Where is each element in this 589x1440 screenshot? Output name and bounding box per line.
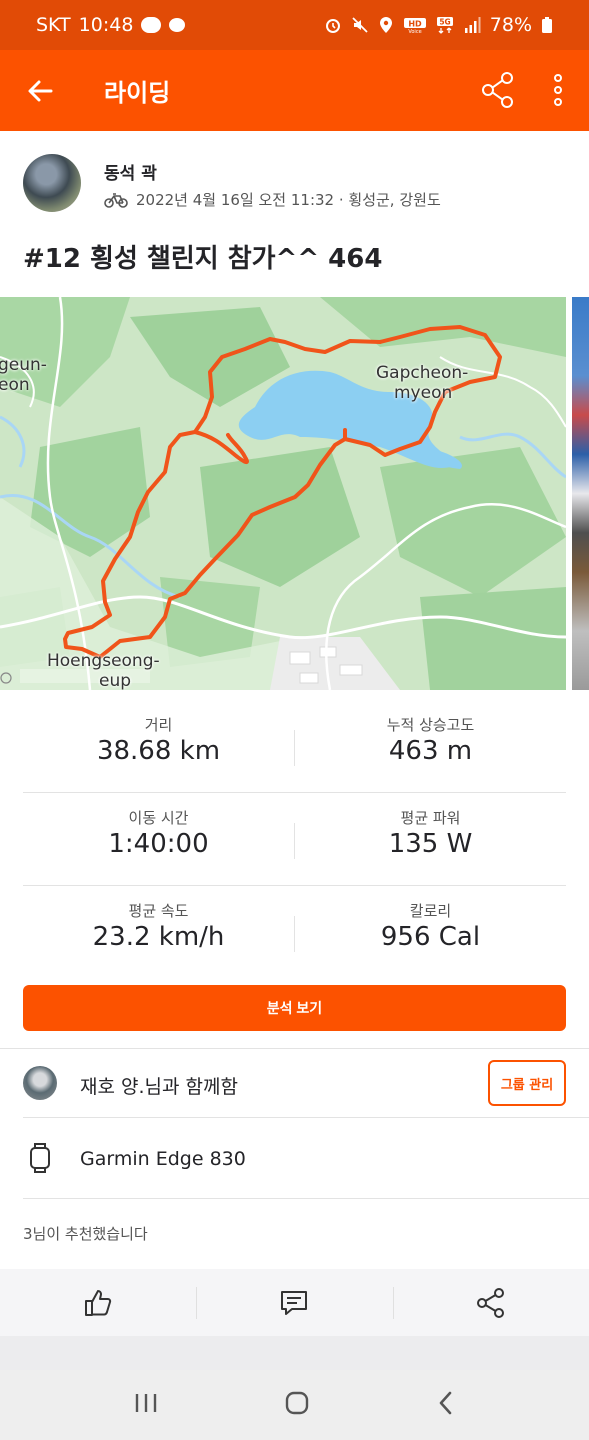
stat-label: 칼로리: [409, 902, 452, 920]
recent-apps-button[interactable]: [133, 1392, 159, 1418]
5g-icon: 5G: [436, 17, 453, 34]
arrow-left-icon: [28, 80, 53, 101]
stat-value: 38.68 km: [96, 736, 221, 766]
clock: 10:48: [78, 14, 134, 36]
map-label-left: geun- eon: [0, 355, 47, 395]
svg-text:5G: 5G: [439, 18, 450, 27]
map-label-hoengseong: Hoengseong- eup: [47, 651, 160, 690]
map-canvas: [0, 297, 566, 690]
divider: [23, 1198, 589, 1199]
svg-text:Voice: Voice: [408, 29, 421, 34]
battery-level: 78%: [489, 14, 532, 36]
stat-avg-speed: 평균 속도 23.2 km/h: [23, 886, 294, 979]
map-label-line2: myeon: [394, 383, 453, 403]
battery-icon: [542, 17, 552, 33]
kudos-count[interactable]: 3님이 추천했습니다: [23, 1223, 148, 1244]
home-icon: [286, 1391, 309, 1415]
stat-label: 거리: [144, 716, 173, 734]
stat-value: 463 m: [388, 736, 473, 766]
chat-bubble-icon: [169, 18, 186, 32]
hd-voice-icon: HDVoice: [403, 18, 426, 34]
svg-text:HD: HD: [408, 20, 422, 29]
stat-label: 평균 파워: [400, 809, 461, 827]
system-navigation-bar: [0, 1370, 589, 1440]
stats-row: 이동 시간 1:40:00 평균 파워 135 W: [23, 793, 566, 886]
talk-icon: [141, 17, 162, 33]
status-bar: SKT 10:48 HD Voice 5G 78%: [0, 0, 589, 50]
recents-icon: [135, 1394, 157, 1412]
stat-distance: 거리 38.68 km: [23, 700, 294, 793]
route-map[interactable]: Gapcheon- myeon geun- eon Hoengseong- eu…: [0, 297, 566, 690]
alarm-icon: [325, 19, 340, 33]
app-bar: 라이딩: [0, 50, 589, 131]
chevron-left-icon: [439, 1391, 452, 1415]
stat-value: 1:40:00: [108, 829, 209, 859]
back-button[interactable]: [0, 50, 80, 131]
group-member-avatar[interactable]: [23, 1066, 57, 1100]
stat-elevation-gain: 누적 상승고도 463 m: [295, 700, 566, 793]
carrier: SKT: [36, 14, 71, 36]
social-actions-bar: [0, 1269, 589, 1336]
map-label-line1: Hoengseong-: [47, 651, 160, 671]
device-name: Garmin Edge 830: [80, 1148, 246, 1170]
bicycle-icon: [104, 192, 128, 208]
activity-title: #12 횡성 챌린지 참가^^ 464: [23, 244, 383, 274]
share-button[interactable]: [478, 70, 518, 110]
stats-row: 거리 38.68 km 누적 상승고도 463 m: [23, 700, 566, 793]
comment-icon: [281, 1290, 308, 1315]
view-analysis-button[interactable]: 분석 보기: [23, 985, 566, 1031]
stat-value: 23.2 km/h: [92, 922, 225, 952]
content-gap: [0, 1336, 589, 1370]
stat-moving-time: 이동 시간 1:40:00: [23, 793, 294, 886]
activity-header: 동석 곽 2022년 4월 16일 오전 11:32 · 횡성군, 강원도: [0, 131, 589, 231]
athlete-avatar[interactable]: [23, 154, 81, 212]
stat-calories: 칼로리 956 Cal: [295, 886, 566, 979]
share-icon: [476, 1287, 504, 1318]
stat-value: 135 W: [388, 829, 473, 859]
device-row: Garmin Edge 830: [0, 1118, 589, 1198]
map-label-gapcheon: Gapcheon- myeon: [376, 363, 468, 403]
group-activity-row[interactable]: 재호 양.님과 함께함 그룹 관리: [0, 1049, 589, 1117]
more-options-button[interactable]: [540, 70, 576, 110]
watch-icon: [30, 1143, 50, 1173]
manage-group-button[interactable]: 그룹 관리: [488, 1060, 566, 1106]
stat-label: 이동 시간: [128, 809, 189, 827]
page-title: 라이딩: [104, 79, 171, 107]
activity-photo-thumbnail[interactable]: [572, 297, 589, 690]
more-vertical-icon: [554, 74, 562, 106]
share-activity-button[interactable]: [392, 1269, 589, 1336]
back-nav-button[interactable]: [436, 1390, 456, 1420]
share-icon: [482, 72, 513, 108]
date-location: 2022년 4월 16일 오전 11:32 · 횡성군, 강원도: [136, 191, 441, 209]
kudos-button[interactable]: [0, 1269, 196, 1336]
mute-icon: [352, 17, 368, 33]
stats-grid: 거리 38.68 km 누적 상승고도 463 m 이동 시간 1:40:00 …: [23, 700, 566, 979]
stat-value: 956 Cal: [380, 922, 481, 952]
stat-label: 누적 상승고도: [386, 716, 475, 734]
stats-row: 평균 속도 23.2 km/h 칼로리 956 Cal: [23, 886, 566, 979]
map-label-line1: geun-: [0, 355, 47, 375]
stat-label: 평균 속도: [128, 902, 189, 920]
map-label-line2: eon: [0, 375, 30, 395]
location-icon: [379, 17, 392, 33]
map-label-line1: Gapcheon-: [376, 363, 469, 383]
home-button[interactable]: [284, 1390, 310, 1420]
comment-button[interactable]: [196, 1269, 392, 1336]
athlete-name[interactable]: 동석 곽: [104, 159, 157, 184]
stat-avg-power: 평균 파워 135 W: [295, 793, 566, 886]
map-label-line2: eup: [99, 671, 132, 690]
thumbs-up-icon: [85, 1289, 112, 1316]
group-text: 재호 양.님과 함께함: [80, 1076, 238, 1098]
activity-meta: 2022년 4월 16일 오전 11:32 · 횡성군, 강원도: [104, 189, 441, 210]
signal-icon: [464, 17, 481, 33]
